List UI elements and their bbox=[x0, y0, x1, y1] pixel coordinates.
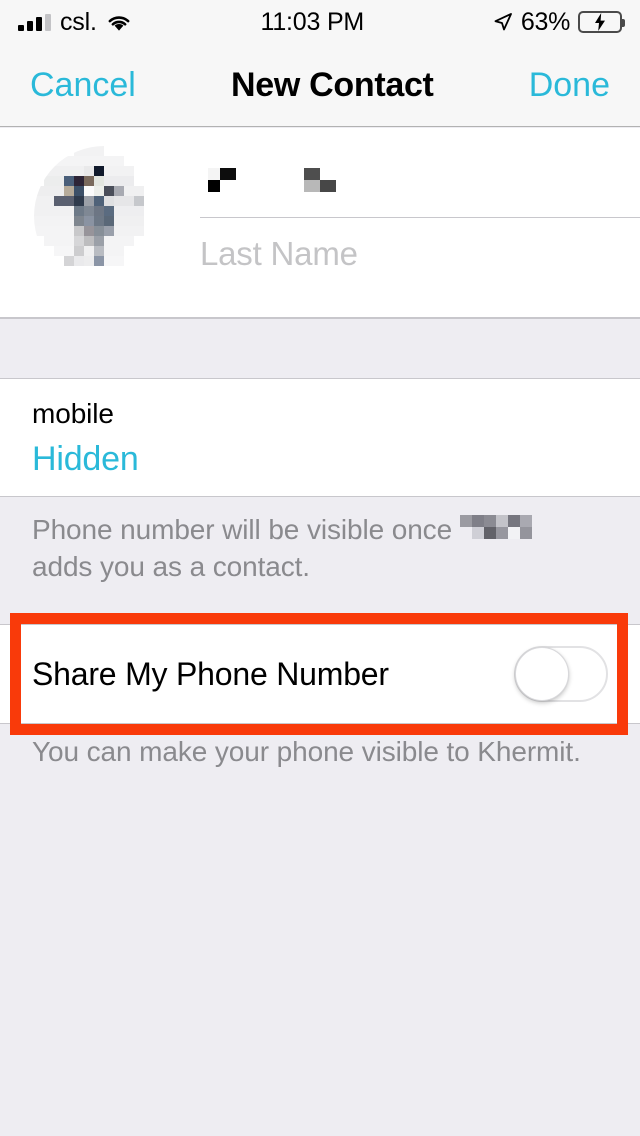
first-name-redacted-value bbox=[200, 159, 360, 204]
wifi-icon bbox=[106, 13, 132, 32]
share-phone-note: You can make your phone visible to Kherm… bbox=[32, 736, 581, 767]
phone-visibility-note-after: adds you as a contact. bbox=[32, 551, 310, 583]
contact-photo-avatar[interactable] bbox=[34, 146, 174, 286]
navigation-bar: Cancel New Contact Done bbox=[0, 44, 640, 127]
share-phone-number-label: Share My Phone Number bbox=[32, 655, 389, 692]
status-bar-left: csl. bbox=[18, 7, 132, 36]
phone-label: mobile bbox=[32, 398, 114, 429]
contact-name-redacted bbox=[454, 512, 533, 550]
last-name-field[interactable]: Last Name bbox=[200, 218, 640, 290]
phone-visibility-note-before: Phone number will be visible once bbox=[32, 514, 453, 545]
clock-label: 11:03 PM bbox=[260, 7, 365, 36]
phone-value[interactable]: Hidden bbox=[32, 439, 608, 480]
location-arrow-icon bbox=[493, 12, 513, 32]
share-my-phone-number-row[interactable]: Share My Phone Number bbox=[0, 624, 640, 724]
share-phone-number-toggle[interactable] bbox=[514, 646, 608, 702]
section-gap-band bbox=[0, 318, 640, 379]
done-button[interactable]: Done bbox=[529, 68, 610, 102]
battery-charging-icon bbox=[578, 11, 625, 33]
contact-name-section: Last Name bbox=[0, 128, 640, 318]
name-fields-group: Last Name bbox=[200, 146, 640, 300]
last-name-placeholder: Last Name bbox=[200, 235, 358, 272]
status-bar-right: 63% bbox=[493, 7, 625, 36]
iphone-screen: csl. 11:03 PM 63% Cancel New Contact Don… bbox=[0, 0, 640, 1136]
battery-percent-label: 63% bbox=[520, 7, 570, 36]
page-title: New Contact bbox=[230, 66, 434, 104]
carrier-label: csl. bbox=[60, 7, 97, 36]
toggle-knob bbox=[515, 647, 569, 701]
first-name-field[interactable] bbox=[200, 146, 640, 218]
status-bar-center: 11:03 PM bbox=[132, 7, 493, 36]
phone-visibility-note: Phone number will be visible once adds y… bbox=[0, 512, 640, 602]
phone-number-row[interactable]: mobile Hidden bbox=[0, 379, 640, 497]
status-bar: csl. 11:03 PM 63% bbox=[0, 0, 640, 44]
cellular-bars-icon bbox=[18, 13, 51, 31]
cancel-button[interactable]: Cancel bbox=[30, 68, 136, 102]
